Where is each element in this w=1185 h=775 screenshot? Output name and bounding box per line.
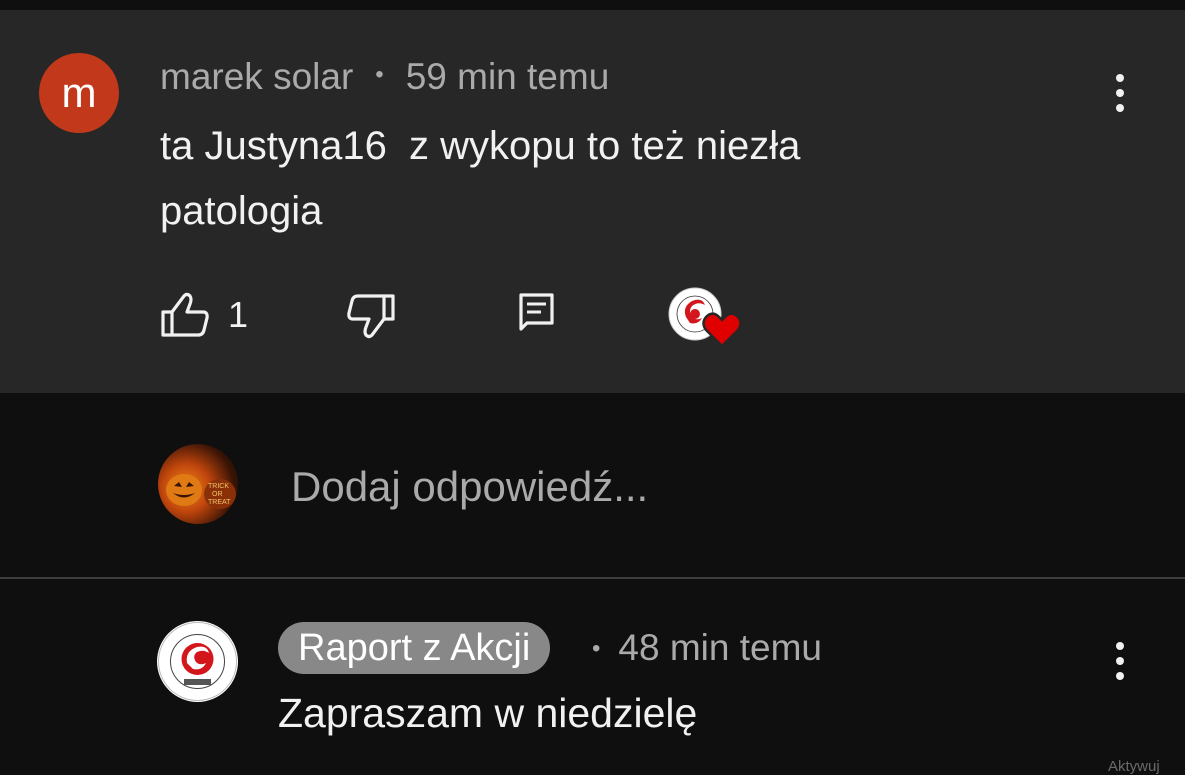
meta-separator: • — [592, 635, 601, 662]
thumbs-up-icon — [161, 292, 209, 337]
thumbs-down-icon — [347, 294, 395, 339]
reply-text: Zapraszam w niedzielę — [278, 690, 698, 736]
comment-more-button[interactable] — [1105, 63, 1135, 123]
svg-text:TREAT: TREAT — [208, 499, 231, 506]
comment-icon — [519, 293, 554, 331]
more-vert-dot — [1116, 657, 1124, 665]
like-count: 1 — [228, 294, 249, 335]
more-vert-dot — [1116, 104, 1124, 112]
comment-text: ta Justyna16 z wykopu to też niezła pato… — [160, 124, 801, 233]
creator-heart — [668, 287, 744, 351]
reply-author-chip[interactable]: Raport z Akcji — [278, 622, 551, 674]
more-vert-icon — [1116, 74, 1124, 82]
svg-text:TRICK: TRICK — [208, 483, 229, 490]
commenter-avatar[interactable]: m — [39, 53, 119, 133]
svg-text:OR: OR — [212, 491, 223, 498]
reply-time[interactable]: 48 min temu — [618, 627, 822, 668]
reply-more-button[interactable] — [1105, 631, 1135, 691]
pumpkin-image: TRICK OR TREAT — [166, 474, 236, 509]
comment-meta: marek solar • 59 min temu — [160, 56, 609, 98]
comment-time[interactable]: 59 min temu — [406, 56, 610, 97]
more-vert-dot — [1116, 672, 1124, 680]
heart-icon — [702, 312, 742, 348]
reply-button[interactable] — [519, 293, 555, 333]
current-user-avatar: TRICK OR TREAT — [158, 444, 238, 524]
dislike-button[interactable] — [346, 293, 396, 339]
divider — [0, 577, 1185, 579]
raport-logo-icon — [158, 622, 237, 701]
comment-author[interactable]: marek solar — [160, 56, 353, 97]
reply-author-avatar[interactable] — [157, 621, 238, 702]
top-strip — [0, 0, 1185, 10]
like-button[interactable]: 1 — [160, 292, 248, 338]
activation-watermark: Aktywuj — [1108, 758, 1160, 775]
more-vert-icon — [1116, 642, 1124, 650]
meta-separator: • — [375, 61, 384, 89]
reply-meta: • 48 min temu — [592, 627, 822, 669]
more-vert-dot — [1116, 89, 1124, 97]
reply-input[interactable]: Dodaj odpowiedź... — [291, 463, 648, 511]
